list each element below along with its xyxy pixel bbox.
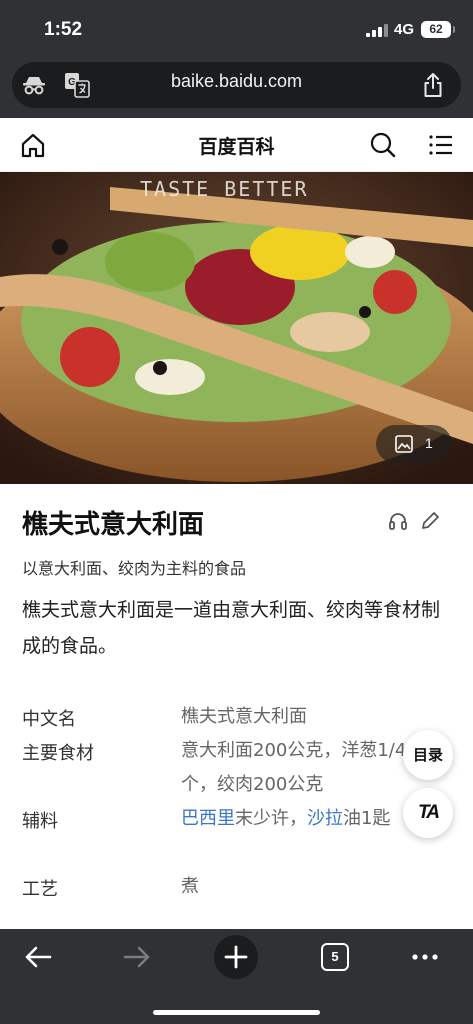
forward-arrow-icon[interactable] — [117, 937, 157, 977]
link-salad[interactable]: 沙拉 — [307, 808, 343, 829]
info-label-main-ingredients: 主要食材 — [22, 743, 94, 764]
network-type: 4G — [394, 21, 415, 38]
article-summary: 樵夫式意大利面是一道由意大利面、绞肉等食材制成的食品。 — [22, 599, 441, 657]
menu-icon[interactable] — [427, 131, 455, 159]
browser-address-bar: G baike.baidu.com — [0, 58, 473, 118]
edit-icon[interactable] — [419, 510, 441, 532]
info-value-accessories: 巴西里末少许，沙拉油1匙 — [181, 808, 391, 829]
hero-image[interactable]: TASTE BETTER 1 — [0, 172, 473, 484]
site-title[interactable]: 百度百科 — [0, 132, 473, 159]
info-value-chinese-name: 樵夫式意大利面 — [181, 706, 307, 727]
link-parsley[interactable]: 巴西里 — [181, 808, 235, 829]
article-title: 樵夫式意大利面 — [22, 510, 205, 540]
album-count: 1 — [425, 435, 433, 451]
status-bar: 1:52 4G 62 — [0, 0, 473, 58]
hero-caption: TASTE BETTER — [140, 177, 309, 201]
info-value-technique: 煮 — [181, 876, 199, 897]
search-icon[interactable] — [369, 131, 397, 159]
toc-button[interactable]: 目录 — [403, 730, 453, 780]
site-header: 百度百科 — [0, 118, 473, 172]
info-label-technique: 工艺 — [22, 879, 58, 900]
share-icon[interactable] — [419, 71, 447, 99]
article-subtitle: 以意大利面、绞肉为主料的食品 — [22, 559, 247, 578]
cellular-signal-icon — [366, 24, 388, 37]
url-text[interactable]: baike.baidu.com — [0, 71, 473, 92]
audio-icon[interactable] — [387, 510, 409, 532]
gallery-icon — [395, 435, 413, 453]
tabs-count-button[interactable]: 5 — [321, 943, 349, 971]
new-tab-icon[interactable] — [214, 935, 258, 979]
album-button[interactable]: 1 — [376, 425, 452, 463]
info-label-chinese-name: 中文名 — [22, 709, 76, 730]
status-time: 1:52 — [44, 19, 83, 40]
battery-icon: 62 — [421, 21, 455, 38]
more-options-icon[interactable] — [405, 937, 445, 977]
ta-button[interactable]: TA — [403, 788, 453, 838]
info-value-main-ingredients: 意大利面200公克，洋葱1/4个，绞肉200公克 — [181, 740, 407, 795]
back-arrow-icon[interactable] — [18, 937, 58, 977]
info-label-accessories: 辅料 — [22, 811, 58, 832]
home-indicator[interactable] — [153, 1010, 320, 1015]
